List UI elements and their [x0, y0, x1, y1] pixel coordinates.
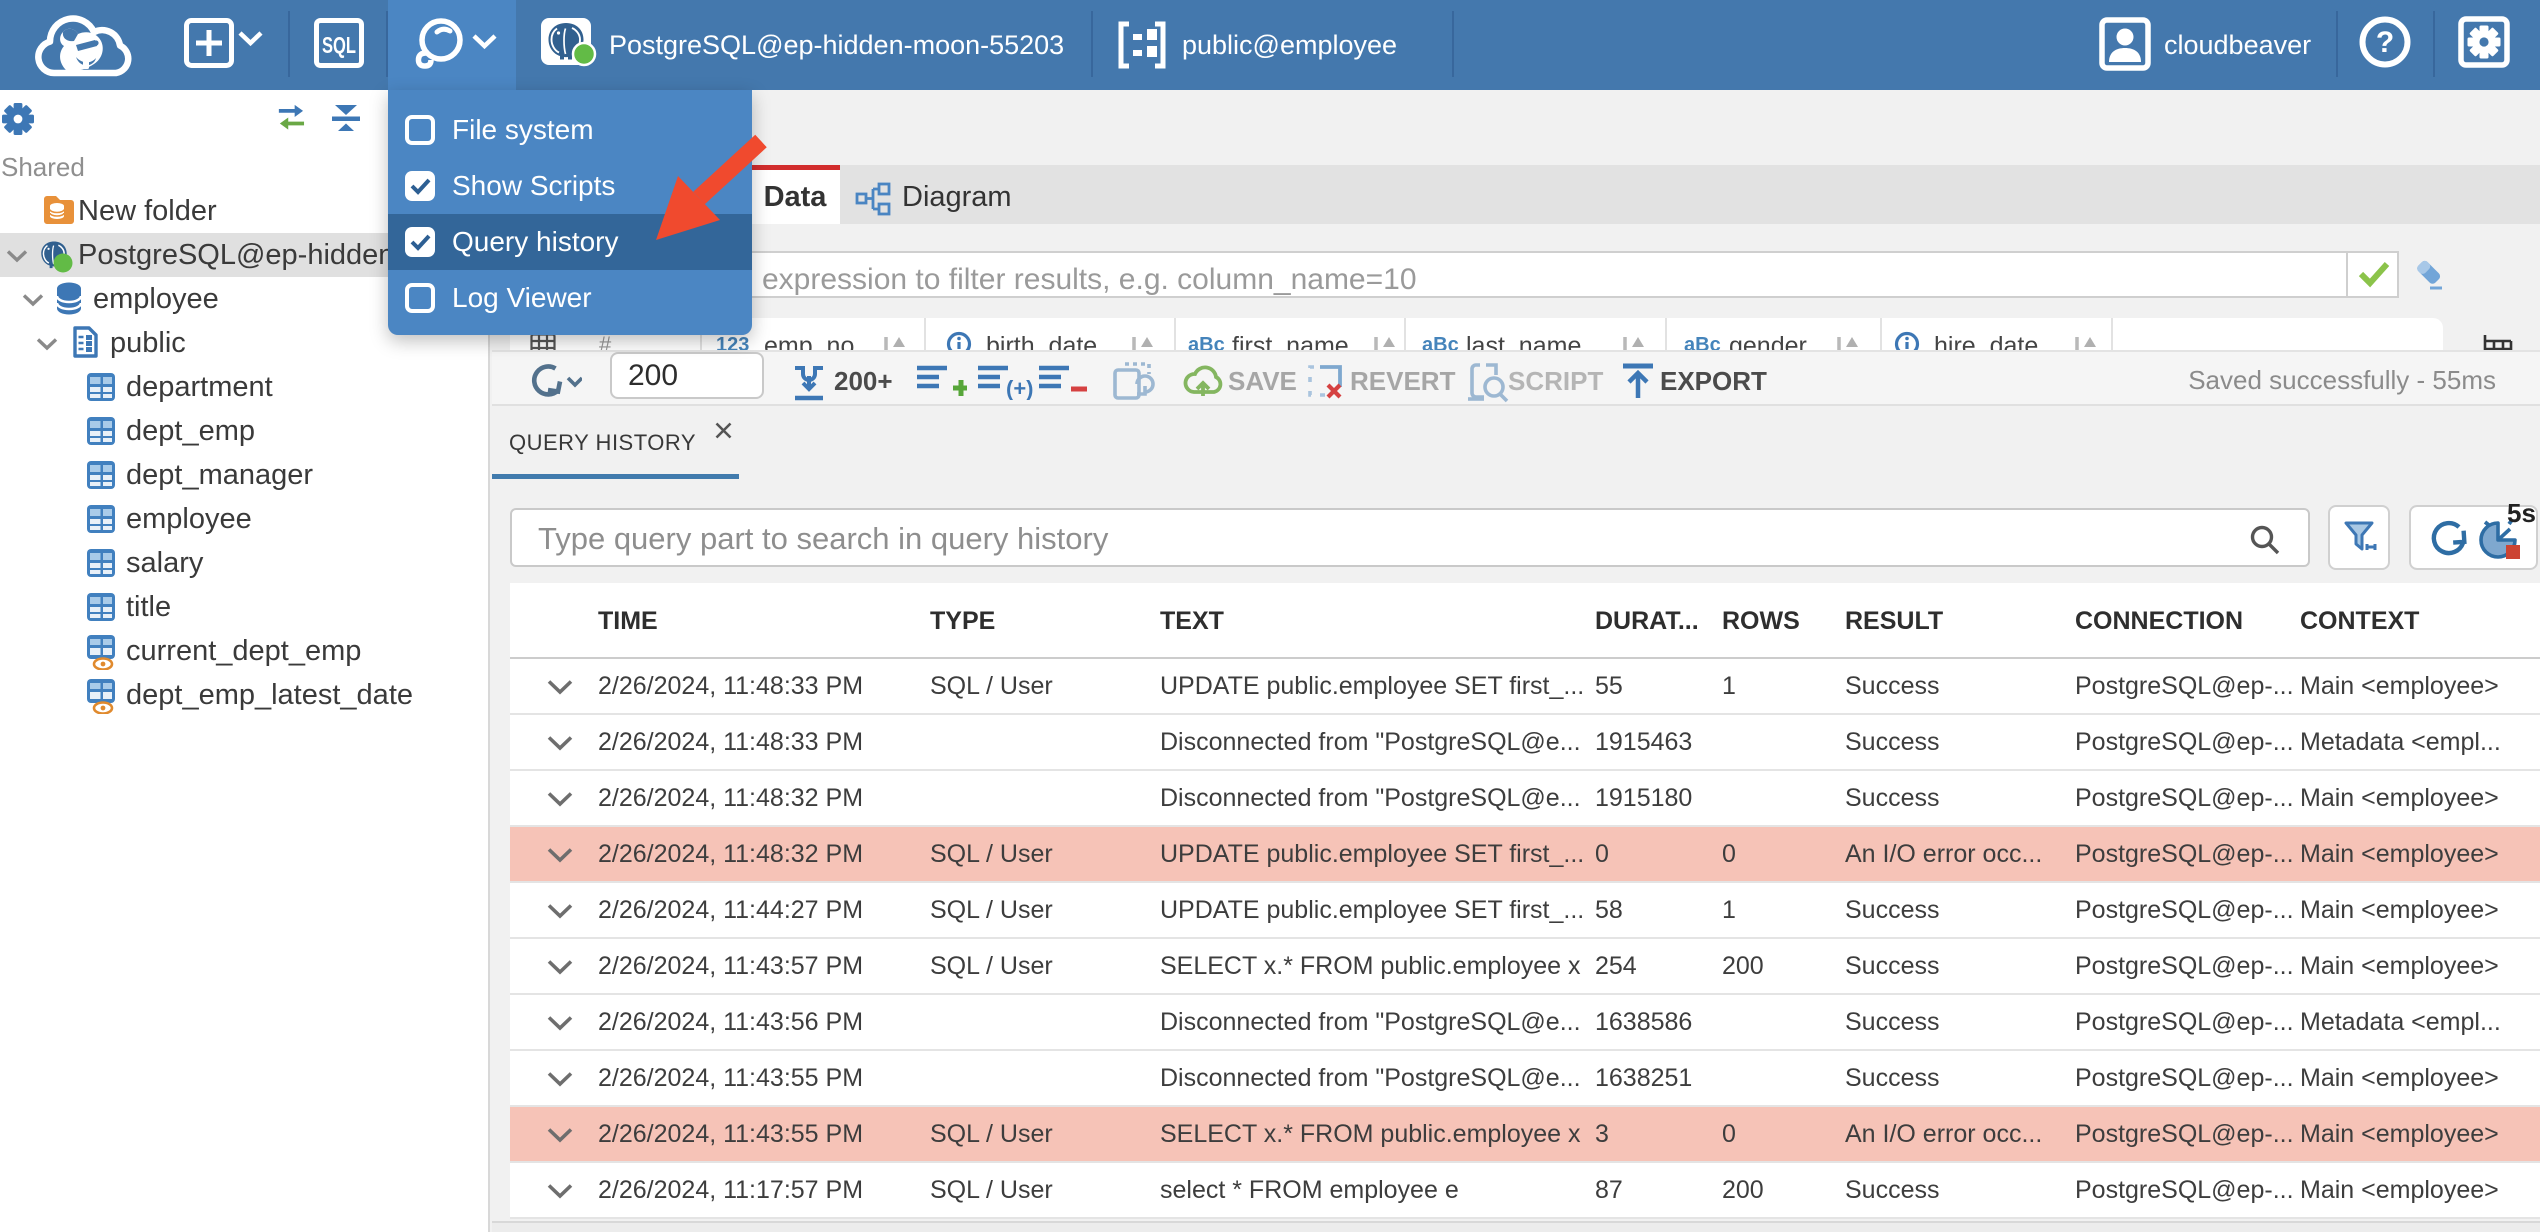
svg-text:SQL: SQL [322, 32, 356, 58]
svg-text:(+): (+) [1006, 376, 1034, 400]
svg-text:?: ? [2376, 26, 2394, 59]
